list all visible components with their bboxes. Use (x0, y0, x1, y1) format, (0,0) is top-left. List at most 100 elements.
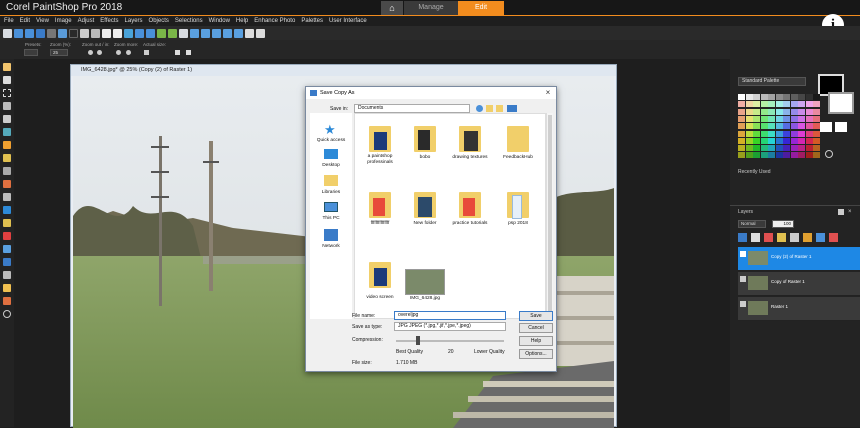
menu-user-interface[interactable]: User Interface (329, 18, 367, 24)
resize-icon[interactable] (179, 28, 188, 38)
list-item[interactable]: New folder (410, 192, 440, 238)
layer-row[interactable]: Raster 1 (738, 297, 860, 321)
palette-swatch[interactable] (753, 130, 760, 137)
new-group-icon[interactable] (751, 233, 760, 242)
print-icon[interactable] (47, 28, 56, 38)
palette-swatch[interactable] (805, 145, 813, 152)
palette-swatch[interactable] (768, 152, 775, 159)
refresh-icon[interactable] (157, 28, 166, 38)
palette-swatch[interactable] (745, 130, 753, 137)
palette-swatch[interactable] (790, 108, 798, 115)
palette-swatch[interactable] (805, 123, 813, 130)
palette-swatch[interactable] (790, 94, 798, 100)
palette-swatch[interactable] (738, 152, 745, 159)
palette-swatch[interactable] (738, 101, 745, 108)
palette-swatch[interactable] (783, 123, 790, 130)
paint-brush-icon[interactable] (3, 219, 11, 227)
save-as-icon[interactable] (36, 28, 45, 38)
menu-adjust[interactable]: Adjust (78, 18, 95, 24)
opacity-field[interactable]: 100 (772, 220, 794, 228)
layer-row[interactable]: Copy of Raster 1 (738, 272, 860, 296)
menu-image[interactable]: Image (55, 18, 72, 24)
new-file-icon[interactable] (3, 28, 12, 38)
palette-swatch[interactable] (798, 152, 805, 159)
list-item[interactable]: fffffffffffffff (365, 192, 395, 238)
palette-swatch[interactable] (760, 145, 768, 152)
print-preview-icon[interactable] (124, 28, 133, 38)
palette-swatch[interactable] (798, 101, 805, 108)
palette-swatch[interactable] (813, 152, 820, 159)
palette-swatch[interactable] (753, 108, 760, 115)
actual-size-button[interactable] (144, 50, 149, 55)
palette-swatch[interactable] (768, 94, 775, 100)
place-this-pc[interactable]: This PC (310, 216, 352, 221)
swatch-texture-icon[interactable] (835, 122, 847, 132)
palette-swatch[interactable] (798, 130, 805, 137)
menu-layers[interactable]: Layers (125, 18, 143, 24)
redo-icon[interactable] (146, 28, 155, 38)
adjustment-layer-icon[interactable] (777, 233, 786, 242)
place-desktop[interactable]: Desktop (310, 163, 352, 168)
zoom-more-in-button[interactable] (126, 50, 131, 55)
palette-swatch[interactable] (753, 94, 760, 100)
panel-close-icon[interactable]: × (848, 209, 854, 215)
palette-swatch[interactable] (813, 101, 820, 108)
save-in-dropdown[interactable]: Documents (354, 104, 470, 113)
tab-manage[interactable]: Manage (404, 1, 458, 15)
smudge-tool-icon[interactable] (3, 180, 11, 188)
palette-swatch[interactable] (775, 152, 783, 159)
palette-swatch[interactable] (805, 137, 813, 144)
visibility-icon[interactable] (740, 301, 746, 307)
palette-swatch[interactable] (768, 137, 775, 144)
palette-swatch[interactable] (790, 137, 798, 144)
delete-layer-icon[interactable] (829, 233, 838, 242)
new-folder-icon[interactable] (496, 105, 503, 112)
mask-icon[interactable] (764, 233, 773, 242)
palette-swatch[interactable] (775, 115, 783, 122)
list-item[interactable]: psp 2018 (503, 192, 533, 238)
menu-objects[interactable]: Objects (149, 18, 169, 24)
list-item[interactable]: bobo (410, 126, 440, 172)
eraser-tool-icon[interactable] (3, 206, 11, 214)
visibility-icon[interactable] (740, 276, 746, 282)
zoom-more-out-button[interactable] (116, 50, 121, 55)
close-icon[interactable]: × (542, 88, 554, 98)
palette-swatch[interactable] (745, 152, 753, 159)
palette-swatch[interactable] (790, 152, 798, 159)
new-layer-icon[interactable] (738, 233, 747, 242)
palette-swatch[interactable] (738, 145, 745, 152)
crop-tool-icon[interactable] (3, 115, 11, 123)
palette-swatch[interactable] (775, 130, 783, 137)
dodge-tool-icon[interactable] (3, 193, 11, 201)
palette-swatch[interactable] (760, 115, 768, 122)
place-network[interactable]: Network (310, 244, 352, 249)
list-item[interactable]: a paintshop professinals (365, 126, 395, 172)
palette-swatch[interactable] (775, 94, 783, 100)
visibility-icon[interactable] (740, 251, 746, 257)
grid-icon[interactable] (245, 28, 254, 38)
list-item[interactable]: FeedbackHub (503, 126, 533, 172)
view-icon[interactable] (256, 28, 265, 38)
palette-swatch[interactable] (775, 137, 783, 144)
palette-swatch[interactable] (805, 101, 813, 108)
menu-edit[interactable]: Edit (20, 18, 30, 24)
palette-swatch[interactable] (745, 123, 753, 130)
add-tool-icon[interactable] (3, 310, 11, 318)
up-folder-icon[interactable] (486, 105, 493, 112)
palette-swatch[interactable] (768, 115, 775, 122)
menu-file[interactable]: File (4, 18, 14, 24)
palette-swatch[interactable] (738, 137, 745, 144)
palette-swatch[interactable] (790, 130, 798, 137)
undo-icon[interactable] (135, 28, 144, 38)
palette-swatch[interactable] (783, 145, 790, 152)
palette-swatch[interactable] (738, 115, 745, 122)
presets-dropdown[interactable] (24, 49, 38, 56)
open-icon[interactable] (14, 28, 23, 38)
link-icon[interactable] (790, 233, 799, 242)
palette-swatch[interactable] (805, 115, 813, 122)
palette-swatch[interactable] (775, 145, 783, 152)
palette-swatch[interactable] (813, 94, 820, 100)
palette-swatch[interactable] (798, 108, 805, 115)
palette-swatch[interactable] (745, 137, 753, 144)
center-button[interactable] (186, 50, 191, 55)
